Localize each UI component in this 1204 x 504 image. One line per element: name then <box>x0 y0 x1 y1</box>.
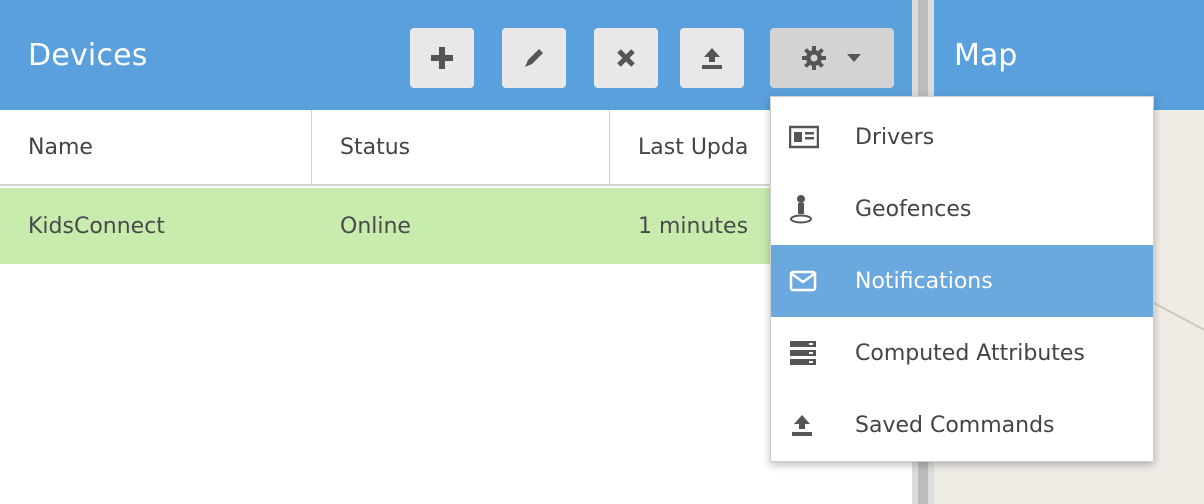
envelope-icon <box>789 270 843 292</box>
menu-item-label: Drivers <box>855 124 935 150</box>
chevron-down-icon <box>847 54 861 62</box>
device-last-update-cell: 1 minutes <box>638 213 749 239</box>
pencil-icon <box>525 49 543 67</box>
menu-item-label: Computed Attributes <box>855 340 1085 366</box>
menu-item-notifications[interactable]: Notifications <box>771 245 1153 317</box>
devices-title: Devices <box>28 38 148 73</box>
edit-device-button[interactable] <box>502 28 566 88</box>
settings-dropdown-button[interactable] <box>770 28 894 88</box>
gear-icon <box>802 46 826 70</box>
column-header-status[interactable]: Status <box>312 110 610 186</box>
settings-dropdown-menu: Drivers Geofences Notifications Computed… <box>770 96 1154 462</box>
device-name-cell: KidsConnect <box>28 213 165 239</box>
plus-icon <box>431 47 453 69</box>
devices-header: Devices <box>0 0 912 110</box>
menu-item-label: Notifications <box>855 268 993 294</box>
column-header-name[interactable]: Name <box>0 110 312 186</box>
menu-item-computed-attributes[interactable]: Computed Attributes <box>771 317 1153 389</box>
add-device-button[interactable] <box>410 28 474 88</box>
menu-item-label: Saved Commands <box>855 412 1055 438</box>
device-status-cell: Online <box>340 213 411 239</box>
menu-item-label: Geofences <box>855 196 972 222</box>
cross-icon <box>617 49 635 67</box>
send-command-button[interactable] <box>680 28 744 88</box>
id-card-icon <box>789 125 843 149</box>
map-title: Map <box>954 38 1018 73</box>
map-pin-icon <box>789 194 843 224</box>
server-icon <box>789 340 843 366</box>
menu-item-geofences[interactable]: Geofences <box>771 173 1153 245</box>
upload-icon <box>789 412 843 438</box>
remove-device-button[interactable] <box>594 28 658 88</box>
menu-item-drivers[interactable]: Drivers <box>771 101 1153 173</box>
upload-icon <box>702 48 722 69</box>
map-header: Map <box>934 0 1204 110</box>
menu-item-saved-commands[interactable]: Saved Commands <box>771 389 1153 461</box>
